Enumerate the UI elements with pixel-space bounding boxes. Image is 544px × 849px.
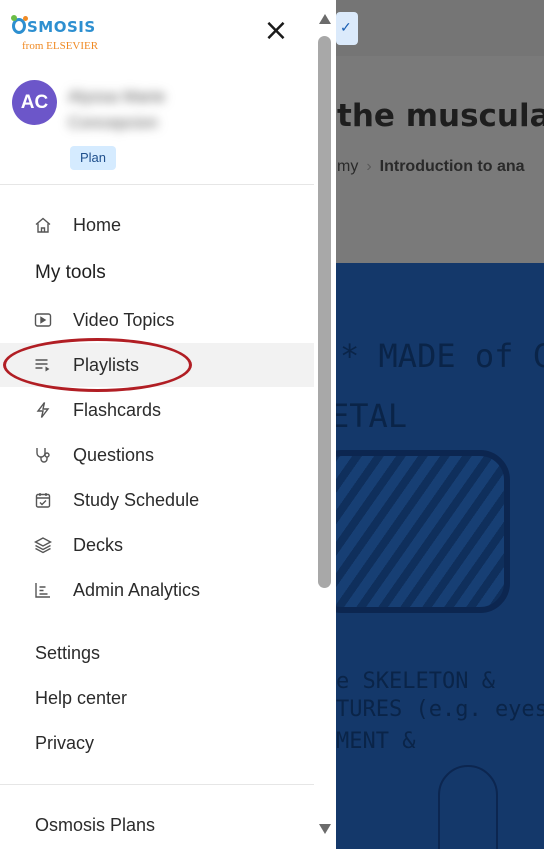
close-icon[interactable]: ×: [260, 16, 292, 48]
nav-item-label: Home: [73, 214, 122, 235]
muscle-illustration: [312, 450, 510, 613]
background-chip: ✓: [336, 12, 358, 45]
calendar-check-icon: [34, 491, 52, 509]
nav-item-label: Questions: [73, 444, 155, 465]
nav-item-home[interactable]: Home: [0, 203, 314, 247]
nav-item-playlists[interactable]: Playlists: [0, 343, 314, 387]
nav-item-admin-analytics[interactable]: Admin Analytics: [0, 568, 314, 612]
divider: [0, 184, 314, 185]
chart-icon: [34, 581, 52, 599]
breadcrumb-current: Introduction to ana: [379, 158, 525, 175]
stethoscope-icon: [34, 446, 52, 464]
user-name-line2: Concepcion: [68, 113, 158, 132]
breadcrumb-prev: my: [337, 158, 359, 175]
osmosis-plans-link[interactable]: Osmosis Plans: [35, 815, 155, 836]
logo-brand: SMOSIS: [11, 15, 96, 36]
user-name: Alyssa Marie Concepcion: [68, 84, 165, 136]
layers-icon: [34, 536, 52, 554]
play-icon: [34, 311, 52, 329]
nav-item-label: Decks: [73, 534, 124, 555]
avatar[interactable]: AC: [12, 80, 57, 125]
osmosis-logo[interactable]: SMOSIS from ELSEVIER: [10, 14, 110, 54]
nav-item-decks[interactable]: Decks: [0, 523, 314, 567]
help-center-link[interactable]: Help center: [35, 688, 127, 709]
figure-illustration: [438, 765, 498, 849]
video-text-line: MENT &: [336, 729, 416, 754]
video-text-line: TURES (e.g. eyes): [336, 697, 544, 722]
nav-item-questions[interactable]: Questions: [0, 433, 314, 477]
breadcrumb-separator: ›: [366, 158, 372, 175]
section-heading-my-tools: My tools: [35, 262, 106, 283]
logo-o-mark: [11, 15, 28, 34]
lightning-icon: [34, 401, 52, 419]
scroll-down-arrow-icon[interactable]: [318, 822, 332, 834]
nav-item-label: Flashcards: [73, 399, 162, 420]
scrollbar-thumb[interactable]: [318, 36, 331, 588]
background-page-title: the muscular: [337, 98, 544, 134]
nav-item-label: Video Topics: [73, 309, 175, 330]
privacy-link[interactable]: Privacy: [35, 733, 94, 754]
video-text-line: * MADE of CO: [340, 337, 544, 375]
playlist-icon: [34, 356, 52, 374]
nav-item-study-schedule[interactable]: Study Schedule: [0, 478, 314, 522]
nav-item-label: Playlists: [73, 354, 140, 375]
logo-brand-text: SMOSIS: [27, 18, 96, 36]
divider: [0, 784, 314, 785]
navigation-drawer: SMOSIS from ELSEVIER × AC Alyssa Marie C…: [0, 0, 336, 849]
video-text-line: ETAL: [330, 397, 408, 435]
background-breadcrumb: my › Introduction to ana: [337, 158, 525, 176]
nav-item-video-topics[interactable]: Video Topics: [0, 298, 314, 342]
nav-item-label: Admin Analytics: [73, 579, 201, 600]
user-name-line1: Alyssa Marie: [68, 87, 166, 106]
plan-badge[interactable]: Plan: [70, 146, 116, 170]
logo-subtitle: from ELSEVIER: [22, 40, 99, 52]
nav-item-flashcards[interactable]: Flashcards: [0, 388, 314, 432]
home-icon: [34, 216, 52, 234]
scroll-up-arrow-icon[interactable]: [318, 12, 332, 24]
nav-item-label: Study Schedule: [73, 489, 200, 510]
settings-link[interactable]: Settings: [35, 643, 100, 664]
video-text-line: e SKELETON &: [336, 669, 495, 694]
